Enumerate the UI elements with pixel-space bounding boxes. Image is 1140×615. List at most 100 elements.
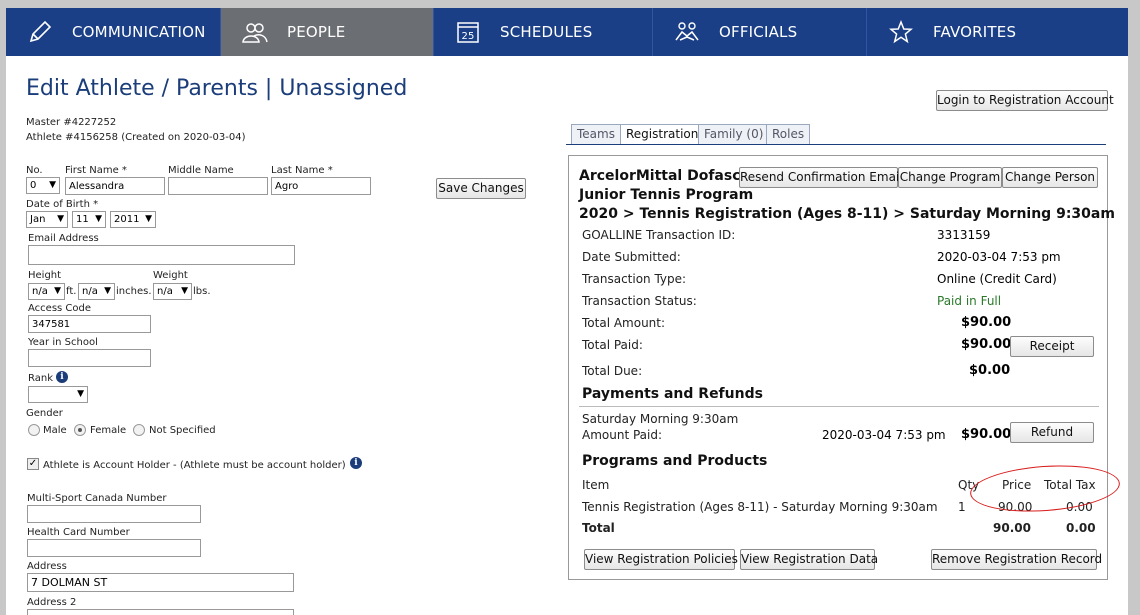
- height-ft-select[interactable]: n/a ▼: [28, 283, 65, 300]
- total-row-tax: 0.00: [1066, 521, 1096, 535]
- nav-people[interactable]: PEOPLE: [221, 8, 434, 56]
- no-label: No.: [26, 165, 43, 176]
- gender-not-specified-radio[interactable]: [133, 424, 145, 436]
- col-item-header: Item: [582, 478, 610, 492]
- total-amount-value: $90.00: [961, 315, 1012, 330]
- health-card-input[interactable]: [27, 539, 201, 557]
- page-title: Edit Athlete / Parents | Unassigned: [26, 76, 408, 101]
- rank-label: Rank: [28, 373, 53, 384]
- master-number: Master #4227252: [26, 117, 117, 128]
- account-holder-checkbox[interactable]: ✓: [27, 458, 39, 470]
- account-holder-info-icon[interactable]: i: [350, 457, 362, 469]
- refund-button[interactable]: Refund: [1010, 422, 1094, 443]
- dob-day-value: 11: [76, 214, 89, 225]
- weight-select[interactable]: n/a ▼: [153, 283, 192, 300]
- athlete-number: Athlete #4156258 (Created on 2020-03-04): [26, 132, 246, 143]
- amount-paid-label: Amount Paid:: [582, 428, 663, 442]
- payment-description: Saturday Morning 9:30am: [582, 412, 739, 426]
- receipt-button[interactable]: Receipt: [1010, 336, 1094, 357]
- total-due-value: $0.00: [969, 363, 1011, 378]
- payments-heading: Payments and Refunds: [582, 386, 763, 402]
- dob-label: Date of Birth *: [26, 199, 99, 210]
- no-select[interactable]: 0 ▼: [26, 177, 60, 194]
- item-name: Tennis Registration (Ages 8-11) - Saturd…: [582, 500, 938, 514]
- msc-input[interactable]: [27, 505, 201, 523]
- height-label: Height: [28, 270, 62, 281]
- nav-officials[interactable]: OFFICIALS: [653, 8, 867, 56]
- nav-label: FAVORITES: [933, 23, 1017, 41]
- chevron-down-icon: ▼: [181, 286, 188, 296]
- address2-input[interactable]: [27, 609, 294, 615]
- view-registration-data-button[interactable]: View Registration Data: [740, 549, 878, 570]
- first-name-input[interactable]: Alessandra: [65, 177, 165, 195]
- chevron-down-icon: ▼: [49, 180, 56, 190]
- address-label: Address: [27, 561, 67, 572]
- year-in-school-input[interactable]: [28, 349, 151, 367]
- chevron-down-icon: ▼: [57, 214, 64, 224]
- gender-male-radio[interactable]: [28, 424, 40, 436]
- view-policies-button[interactable]: View Registration Policies: [584, 549, 738, 570]
- handshake-icon: [673, 18, 701, 46]
- date-submitted-value: 2020-03-04 7:53 pm: [937, 250, 1061, 264]
- address-input[interactable]: 7 DOLMAN ST: [27, 573, 294, 592]
- inches-label: inches.: [116, 286, 152, 297]
- access-code-input[interactable]: 347581: [28, 315, 151, 333]
- remove-registration-button[interactable]: Remove Registration Record: [931, 549, 1102, 570]
- dob-month-select[interactable]: Jan ▼: [26, 211, 68, 228]
- last-name-input[interactable]: Agro: [271, 177, 371, 195]
- main-content: Edit Athlete / Parents | Unassigned Logi…: [6, 56, 1128, 615]
- nav-label: PEOPLE: [287, 23, 346, 41]
- tab-registration[interactable]: Registration: [620, 124, 705, 145]
- transaction-status-value: Paid in Full: [937, 294, 1002, 308]
- tab-teams[interactable]: Teams: [571, 124, 621, 144]
- transaction-status-label: Transaction Status:: [582, 294, 697, 308]
- star-icon: [887, 18, 915, 46]
- org-name: ArcelorMittal Dofasco: [579, 168, 751, 184]
- gender-female-radio[interactable]: [74, 424, 86, 436]
- height-in-value: n/a: [82, 286, 98, 297]
- dob-year-select[interactable]: 2011 ▼: [110, 211, 156, 228]
- transaction-type-value: Online (Credit Card): [937, 272, 1057, 286]
- ft-label: ft.: [66, 286, 77, 297]
- payments-divider: [579, 406, 1099, 407]
- payment-date: 2020-03-04 7:53 pm: [822, 428, 946, 442]
- email-input[interactable]: [28, 245, 295, 265]
- tab-family[interactable]: Family (0): [698, 124, 770, 144]
- rank-info-icon[interactable]: i: [56, 371, 68, 383]
- save-changes-button[interactable]: Save Changes: [436, 178, 526, 199]
- access-code-label: Access Code: [28, 303, 92, 314]
- products-heading: Programs and Products: [582, 453, 768, 469]
- dob-day-select[interactable]: 11 ▼: [72, 211, 106, 228]
- total-due-label: Total Due:: [582, 364, 643, 378]
- health-card-label: Health Card Number: [27, 527, 130, 538]
- height-in-select[interactable]: n/a ▼: [78, 283, 115, 300]
- pencil-icon: [26, 18, 54, 46]
- middle-name-label: Middle Name: [168, 165, 234, 176]
- tab-roles[interactable]: Roles: [766, 124, 811, 144]
- payment-amount: $90.00: [961, 427, 1012, 442]
- total-paid-label: Total Paid:: [582, 338, 643, 352]
- nav-favorites[interactable]: FAVORITES: [867, 8, 1128, 56]
- program-path: 2020 > Tennis Registration (Ages 8-11) >…: [579, 206, 1115, 222]
- dob-month-value: Jan: [30, 214, 46, 225]
- nav-communication[interactable]: COMMUNICATION: [6, 8, 221, 56]
- gender-label: Gender: [26, 408, 63, 419]
- chevron-down-icon: ▼: [145, 214, 152, 224]
- weight-value: n/a: [157, 286, 173, 297]
- chevron-down-icon: ▼: [95, 214, 102, 224]
- rank-select[interactable]: ▼: [28, 386, 88, 403]
- total-row-label: Total: [582, 521, 615, 535]
- chevron-down-icon: ▼: [104, 286, 111, 296]
- middle-name-input[interactable]: [168, 177, 268, 195]
- change-person-button[interactable]: Change Person: [1002, 167, 1098, 188]
- org-program: Junior Tennis Program: [579, 187, 754, 203]
- change-program-button[interactable]: Change Program: [898, 167, 1002, 188]
- resend-confirmation-button[interactable]: Resend Confirmation Email: [739, 167, 903, 188]
- login-registration-button[interactable]: Login to Registration Account: [936, 90, 1114, 111]
- dob-year-value: 2011: [114, 214, 140, 225]
- gender-not-specified-label: Not Specified: [149, 425, 216, 436]
- nav-schedules[interactable]: 25 SCHEDULES: [434, 8, 653, 56]
- gender-male-label: Male: [43, 425, 67, 436]
- transaction-id-value: 3313159: [937, 228, 991, 242]
- lbs-label: lbs.: [193, 286, 211, 297]
